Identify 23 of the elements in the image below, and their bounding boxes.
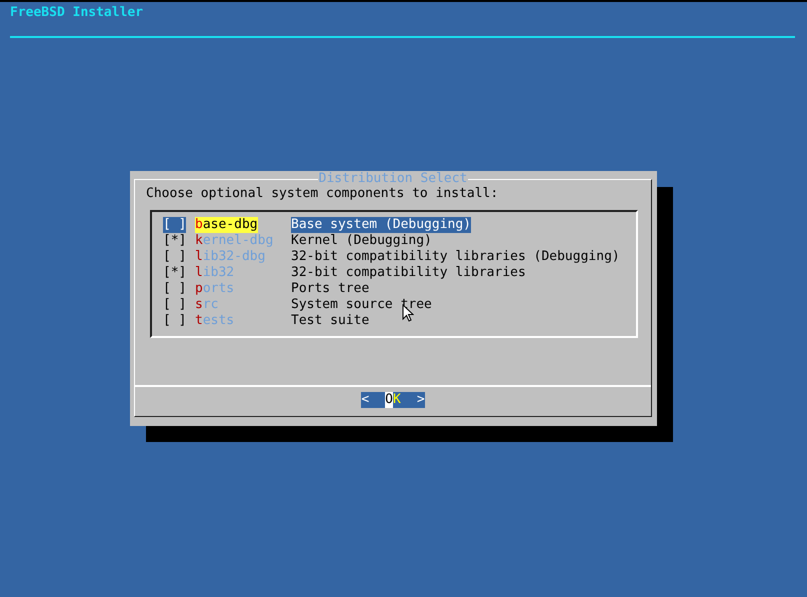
component-name[interactable]: kernel-dbg — [195, 233, 274, 249]
checkbox[interactable]: [ ] — [163, 313, 186, 329]
component-name[interactable]: ports — [195, 281, 234, 297]
component-description: Base system (Debugging) — [291, 217, 472, 233]
screen-title: FreeBSD Installer — [10, 5, 144, 21]
prompt-text: Choose optional system components to install: — [146, 186, 500, 202]
component-description: System source tree — [291, 297, 432, 313]
checkbox[interactable]: [*] — [163, 265, 186, 281]
component-name[interactable]: base-dbg — [195, 217, 258, 233]
checkbox[interactable]: [ ] — [163, 281, 186, 297]
component-name[interactable]: lib32-dbg — [195, 249, 266, 265]
component-description: Test suite — [291, 313, 370, 329]
checkbox[interactable]: [ ] — [163, 217, 186, 233]
component-description: 32-bit compatibility libraries (Debugging) — [291, 249, 620, 265]
component-name[interactable]: tests — [195, 313, 234, 329]
checkbox[interactable]: [ ] — [163, 249, 186, 265]
checkbox[interactable]: [ ] — [163, 297, 186, 313]
checkbox[interactable]: [*] — [163, 233, 186, 249]
component-description: 32-bit compatibility libraries — [291, 265, 526, 281]
component-name[interactable]: lib32 — [195, 265, 234, 281]
ok-button[interactable]: < OK > — [361, 392, 425, 408]
component-description: Ports tree — [291, 281, 370, 297]
component-description: Kernel (Debugging) — [291, 233, 432, 249]
